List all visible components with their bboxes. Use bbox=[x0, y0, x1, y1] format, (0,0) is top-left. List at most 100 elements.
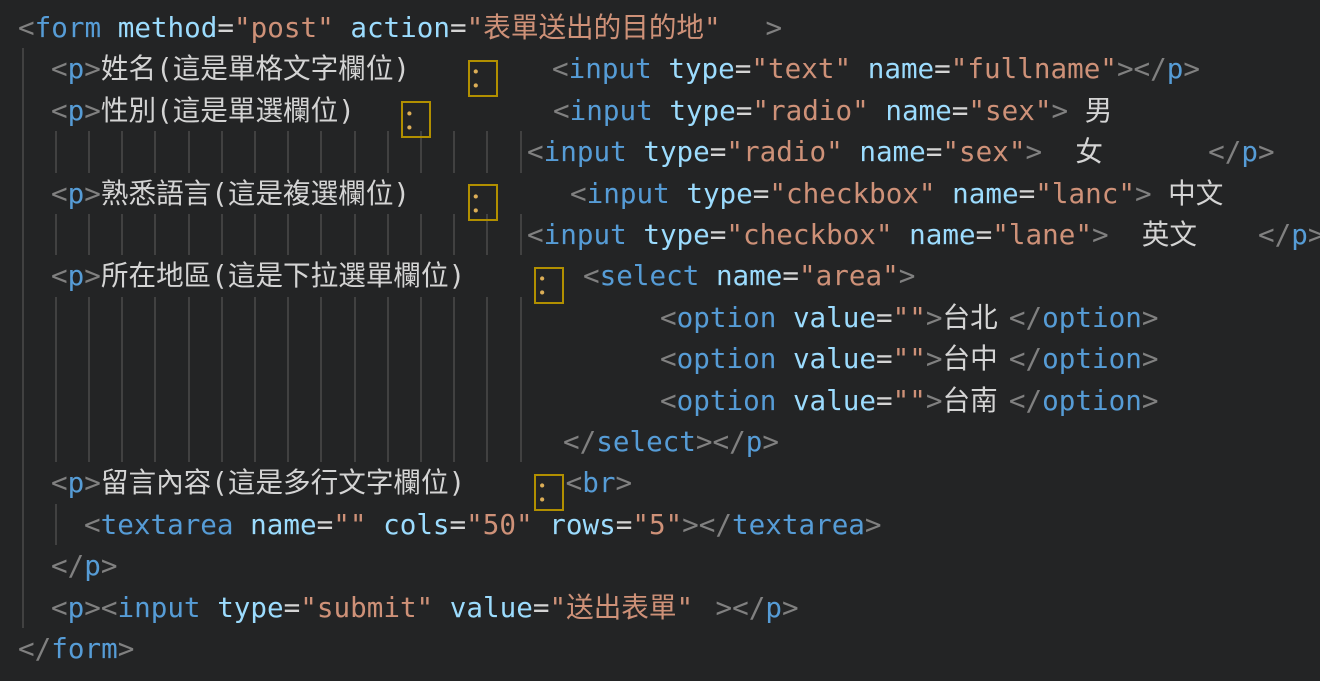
code-token: 女 bbox=[1042, 131, 1208, 172]
code-line[interactable]: <input type="radio" name="sex"> 女 </p> bbox=[0, 131, 1320, 172]
code-token: "送出表單" bbox=[550, 587, 716, 628]
code-token: 男 bbox=[1068, 90, 1118, 131]
code-line[interactable]: <option value="">台南</option> bbox=[0, 380, 1320, 421]
code-line[interactable]: </p> bbox=[0, 545, 1320, 586]
code-token: select bbox=[600, 259, 700, 292]
code-line[interactable]: <p>熟悉語言(這是複選欄位)：<input type="checkbox" n… bbox=[0, 173, 1320, 214]
code-token: < bbox=[552, 52, 569, 85]
code-token: </ bbox=[1009, 384, 1042, 417]
code-segment: <textarea name="" cols="50" rows="5"></t… bbox=[84, 504, 882, 545]
code-token: 台中 bbox=[943, 338, 1009, 379]
code-token: "50" bbox=[466, 508, 532, 541]
code-line[interactable]: <form method="post" action="表單送出的目的地"> bbox=[0, 7, 1320, 48]
code-token: "area" bbox=[799, 259, 899, 292]
code-token: "fullname" bbox=[951, 52, 1117, 85]
code-token: < bbox=[660, 384, 677, 417]
code-token: 姓名(這是單格文字欄位) bbox=[101, 48, 466, 89]
code-token: value bbox=[793, 384, 876, 417]
code-line[interactable]: </form> bbox=[0, 628, 1320, 669]
code-token: > bbox=[1142, 301, 1159, 334]
code-token: > bbox=[84, 177, 101, 210]
code-token: p bbox=[1291, 218, 1308, 251]
code-token bbox=[699, 259, 716, 292]
code-token: = bbox=[926, 135, 943, 168]
code-token: 英文 bbox=[1109, 214, 1258, 255]
code-token: value bbox=[793, 301, 876, 334]
code-token: = bbox=[533, 591, 550, 624]
code-token: option bbox=[677, 342, 777, 375]
code-token: 熟悉語言(這是複選欄位) bbox=[101, 173, 466, 214]
code-segment: <input type="radio" name="sex"> 男 bbox=[553, 90, 1118, 131]
code-token bbox=[670, 177, 687, 210]
code-token: input bbox=[587, 177, 670, 210]
code-token: p bbox=[746, 425, 763, 458]
code-token: = bbox=[876, 384, 893, 417]
code-token: 留言內容(這是多行文字欄位) bbox=[101, 462, 533, 503]
code-line[interactable]: <p><input type="submit" value="送出表單"></p… bbox=[0, 587, 1320, 628]
code-token: > bbox=[1051, 94, 1068, 127]
code-line[interactable]: <textarea name="" cols="50" rows="5"></t… bbox=[0, 504, 1320, 545]
code-token: form bbox=[35, 11, 101, 44]
code-token: = bbox=[450, 508, 467, 541]
code-line[interactable]: <p>姓名(這是單格文字欄位)：<input type="text" name=… bbox=[0, 48, 1320, 89]
code-token: p bbox=[765, 591, 782, 624]
code-line[interactable]: <input type="checkbox" name="lane"> 英文 <… bbox=[0, 214, 1320, 255]
code-token: > bbox=[1142, 342, 1159, 375]
code-token: textarea bbox=[101, 508, 234, 541]
code-token: > bbox=[782, 591, 799, 624]
code-token: select bbox=[596, 425, 696, 458]
code-token: value bbox=[450, 591, 533, 624]
code-line[interactable]: <p>性別(這是單選欄位)：<input type="radio" name="… bbox=[0, 90, 1320, 131]
code-token: textarea bbox=[732, 508, 865, 541]
code-token: < bbox=[527, 218, 544, 251]
code-editor[interactable]: <form method="post" action="表單送出的目的地"><p… bbox=[0, 0, 1320, 681]
code-line[interactable]: <option value="">台北</option> bbox=[0, 297, 1320, 338]
code-line[interactable]: <p>所在地區(這是下拉選單欄位)：<select name="area"> bbox=[0, 255, 1320, 296]
code-token bbox=[627, 135, 644, 168]
code-token: = bbox=[976, 218, 993, 251]
code-token: 台南 bbox=[943, 380, 1009, 421]
code-token: type bbox=[217, 591, 283, 624]
code-token: 性別(這是單選欄位) bbox=[101, 90, 400, 131]
code-token: 台北 bbox=[943, 297, 1009, 338]
code-token: > bbox=[926, 384, 943, 417]
code-token: > bbox=[1142, 384, 1159, 417]
code-segment: <option value="">台北</option> bbox=[660, 297, 1158, 338]
code-token: </ bbox=[18, 632, 51, 665]
code-token: < bbox=[51, 591, 68, 624]
code-token: = bbox=[782, 259, 799, 292]
code-token: option bbox=[1042, 301, 1142, 334]
code-line[interactable]: </select></p> bbox=[0, 421, 1320, 462]
code-segment: <input type="checkbox" name="lanc"> 中文 bbox=[570, 173, 1235, 214]
code-token: p bbox=[68, 259, 85, 292]
code-token: = bbox=[876, 342, 893, 375]
code-token: </ bbox=[1258, 218, 1291, 251]
code-token bbox=[101, 11, 118, 44]
code-token: < bbox=[18, 11, 35, 44]
code-token: > bbox=[84, 52, 101, 85]
code-line[interactable]: <p>留言內容(這是多行文字欄位)：<br> bbox=[0, 462, 1320, 503]
code-token: option bbox=[677, 301, 777, 334]
code-token: < bbox=[660, 301, 677, 334]
code-segment: </select></p> bbox=[563, 421, 779, 462]
code-token: input bbox=[569, 52, 652, 85]
code-token: < bbox=[51, 52, 68, 85]
code-segment: <option value="">台中</option> bbox=[660, 338, 1158, 379]
code-token: > bbox=[1308, 218, 1320, 251]
code-segment: <input type="text" name="fullname"></p> bbox=[552, 48, 1200, 89]
code-token: </ bbox=[51, 549, 84, 582]
code-token: = bbox=[317, 508, 334, 541]
code-token: = bbox=[735, 52, 752, 85]
code-token: < bbox=[84, 508, 101, 541]
code-token: type bbox=[668, 52, 734, 85]
code-token: name bbox=[716, 259, 782, 292]
code-token: option bbox=[1042, 342, 1142, 375]
code-token: "lanc" bbox=[1035, 177, 1135, 210]
code-token: </ bbox=[1208, 135, 1241, 168]
code-token: option bbox=[1042, 384, 1142, 417]
code-token: form bbox=[51, 632, 117, 665]
code-token: "" bbox=[893, 342, 926, 375]
code-token: "submit" bbox=[300, 591, 433, 624]
code-token bbox=[653, 94, 670, 127]
code-line[interactable]: <option value="">台中</option> bbox=[0, 338, 1320, 379]
